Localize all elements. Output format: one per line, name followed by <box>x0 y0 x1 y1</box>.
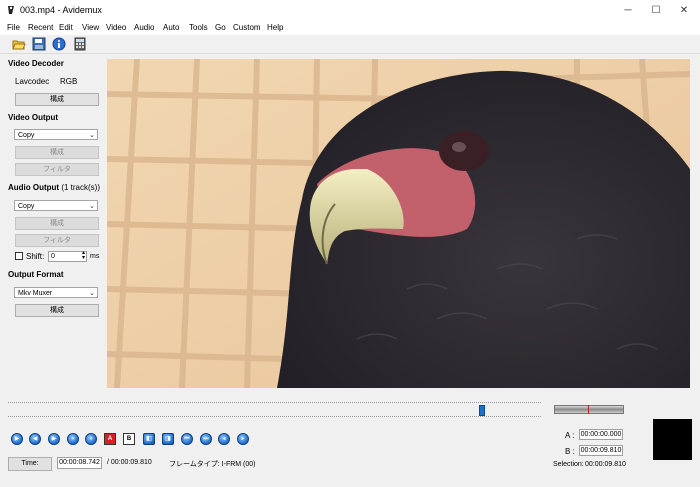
video-codec-select[interactable]: Copy ⌄ <box>14 129 98 140</box>
audio-codec-value: Copy <box>18 203 35 210</box>
menu-audio[interactable]: Audio <box>134 23 154 32</box>
next-black-icon[interactable]: ◨ <box>162 433 174 445</box>
muxer-configure-button[interactable]: 構成 <box>15 304 99 317</box>
minimize-button[interactable]: ─ <box>614 0 642 21</box>
title-bar: 003.mp4 - Avidemux ─ ☐ ✕ <box>0 0 700 22</box>
marker-a-label: A : <box>565 431 575 440</box>
chevron-down-icon: ⌄ <box>89 290 95 297</box>
video-preview <box>107 59 690 388</box>
next-keyframe-icon[interactable]: ▸ <box>237 433 249 445</box>
video-frame-image <box>107 59 690 388</box>
menu-bar: File Recent Edit View Video Audio Auto T… <box>0 21 700 35</box>
menu-recent[interactable]: Recent <box>28 23 53 32</box>
prev-frame-icon[interactable]: « <box>67 433 79 445</box>
chevron-down-icon: ⌄ <box>89 132 95 139</box>
info-icon[interactable] <box>52 37 66 51</box>
audio-output-heading: Audio Output (1 track(s)) <box>8 183 100 192</box>
menu-help[interactable]: Help <box>267 23 283 32</box>
marker-a-text: A <box>107 436 113 442</box>
maximize-button[interactable]: ☐ <box>642 0 670 21</box>
shift-unit: ms <box>90 253 100 260</box>
shift-label: Shift: <box>26 252 45 261</box>
decoder-format: RGB <box>60 77 78 86</box>
marker-b-label: B : <box>565 447 575 456</box>
selection-label: Selection: <box>553 461 584 468</box>
marker-a-time[interactable]: 00:00:00.000 <box>579 429 623 440</box>
calculator-icon[interactable] <box>73 37 87 51</box>
video-filters-button[interactable]: フィルタ <box>15 163 99 176</box>
total-time: / 00:00:09.810 <box>107 459 152 466</box>
muxer-select[interactable]: Mkv Muxer ⌄ <box>14 287 98 298</box>
menu-video[interactable]: Video <box>106 23 126 32</box>
last-frame-icon[interactable]: ⏭ <box>200 433 212 445</box>
audio-codec-select[interactable]: Copy ⌄ <box>14 200 98 211</box>
timeline-ticks-bottom <box>8 416 541 418</box>
audio-output-title: Audio Output <box>8 183 60 192</box>
menu-tools[interactable]: Tools <box>189 23 208 32</box>
timeline-thumb[interactable] <box>479 405 486 416</box>
video-output-heading: Video Output <box>8 113 59 122</box>
video-configure-button[interactable]: 構成 <box>15 146 99 159</box>
timeline-slider[interactable] <box>8 404 541 416</box>
menu-view[interactable]: View <box>82 23 99 32</box>
toolbar <box>0 35 700 54</box>
time-button[interactable]: Time: <box>8 457 52 471</box>
rewind-icon[interactable]: ◀ <box>29 433 41 445</box>
set-marker-b-icon[interactable]: B <box>123 433 135 445</box>
menu-auto[interactable]: Auto <box>163 23 179 32</box>
close-button[interactable]: ✕ <box>670 0 698 21</box>
video-decoder-heading: Video Decoder <box>8 59 64 68</box>
video-codec-value: Copy <box>18 132 35 139</box>
output-format-heading: Output Format <box>8 270 64 279</box>
menu-go[interactable]: Go <box>215 23 226 32</box>
marker-b-text: B <box>126 436 132 442</box>
marker-b-time[interactable]: 00:00:09.810 <box>579 445 623 456</box>
prev-black-icon[interactable]: ◧ <box>143 433 155 445</box>
shift-input[interactable]: 0 ▴ ▾ <box>48 250 87 262</box>
menu-file[interactable]: File <box>7 23 20 32</box>
shift-value: 0 <box>51 253 55 260</box>
volume-marker <box>588 405 589 414</box>
next-frame-icon[interactable]: » <box>85 433 97 445</box>
decoder-configure-button[interactable]: 構成 <box>15 93 99 106</box>
chevron-down-icon: ⌄ <box>89 203 95 210</box>
forward-icon[interactable]: ▶ <box>48 433 60 445</box>
muxer-value: Mkv Muxer <box>18 290 53 297</box>
frame-type: フレームタイプ: I-FRM (00) <box>169 461 256 468</box>
first-frame-icon[interactable]: ⏮ <box>181 433 193 445</box>
mini-preview <box>653 419 692 460</box>
audio-configure-button[interactable]: 構成 <box>15 217 99 230</box>
audio-filters-button[interactable]: フィルタ <box>15 234 99 247</box>
window-title: 003.mp4 - Avidemux <box>20 5 102 15</box>
prev-keyframe-icon[interactable]: ◂ <box>218 433 230 445</box>
decoder-codec: Lavcodec <box>15 77 50 86</box>
selection-duration: 00:00:09.810 <box>585 461 626 468</box>
play-icon[interactable]: ▶ <box>11 433 23 445</box>
save-icon[interactable] <box>32 37 46 51</box>
volume-meter[interactable] <box>554 405 624 414</box>
shift-checkbox[interactable] <box>15 252 23 260</box>
spin-arrows-icon[interactable]: ▴ ▾ <box>82 250 85 261</box>
current-time-field[interactable]: 00:00:08.742 <box>57 457 102 469</box>
menu-edit[interactable]: Edit <box>59 23 73 32</box>
menu-custom[interactable]: Custom <box>233 23 261 32</box>
open-icon[interactable] <box>12 37 26 51</box>
avidemux-app-icon <box>8 6 14 14</box>
audio-track-count: (1 track(s)) <box>61 183 100 192</box>
set-marker-a-icon[interactable]: A <box>104 433 116 445</box>
